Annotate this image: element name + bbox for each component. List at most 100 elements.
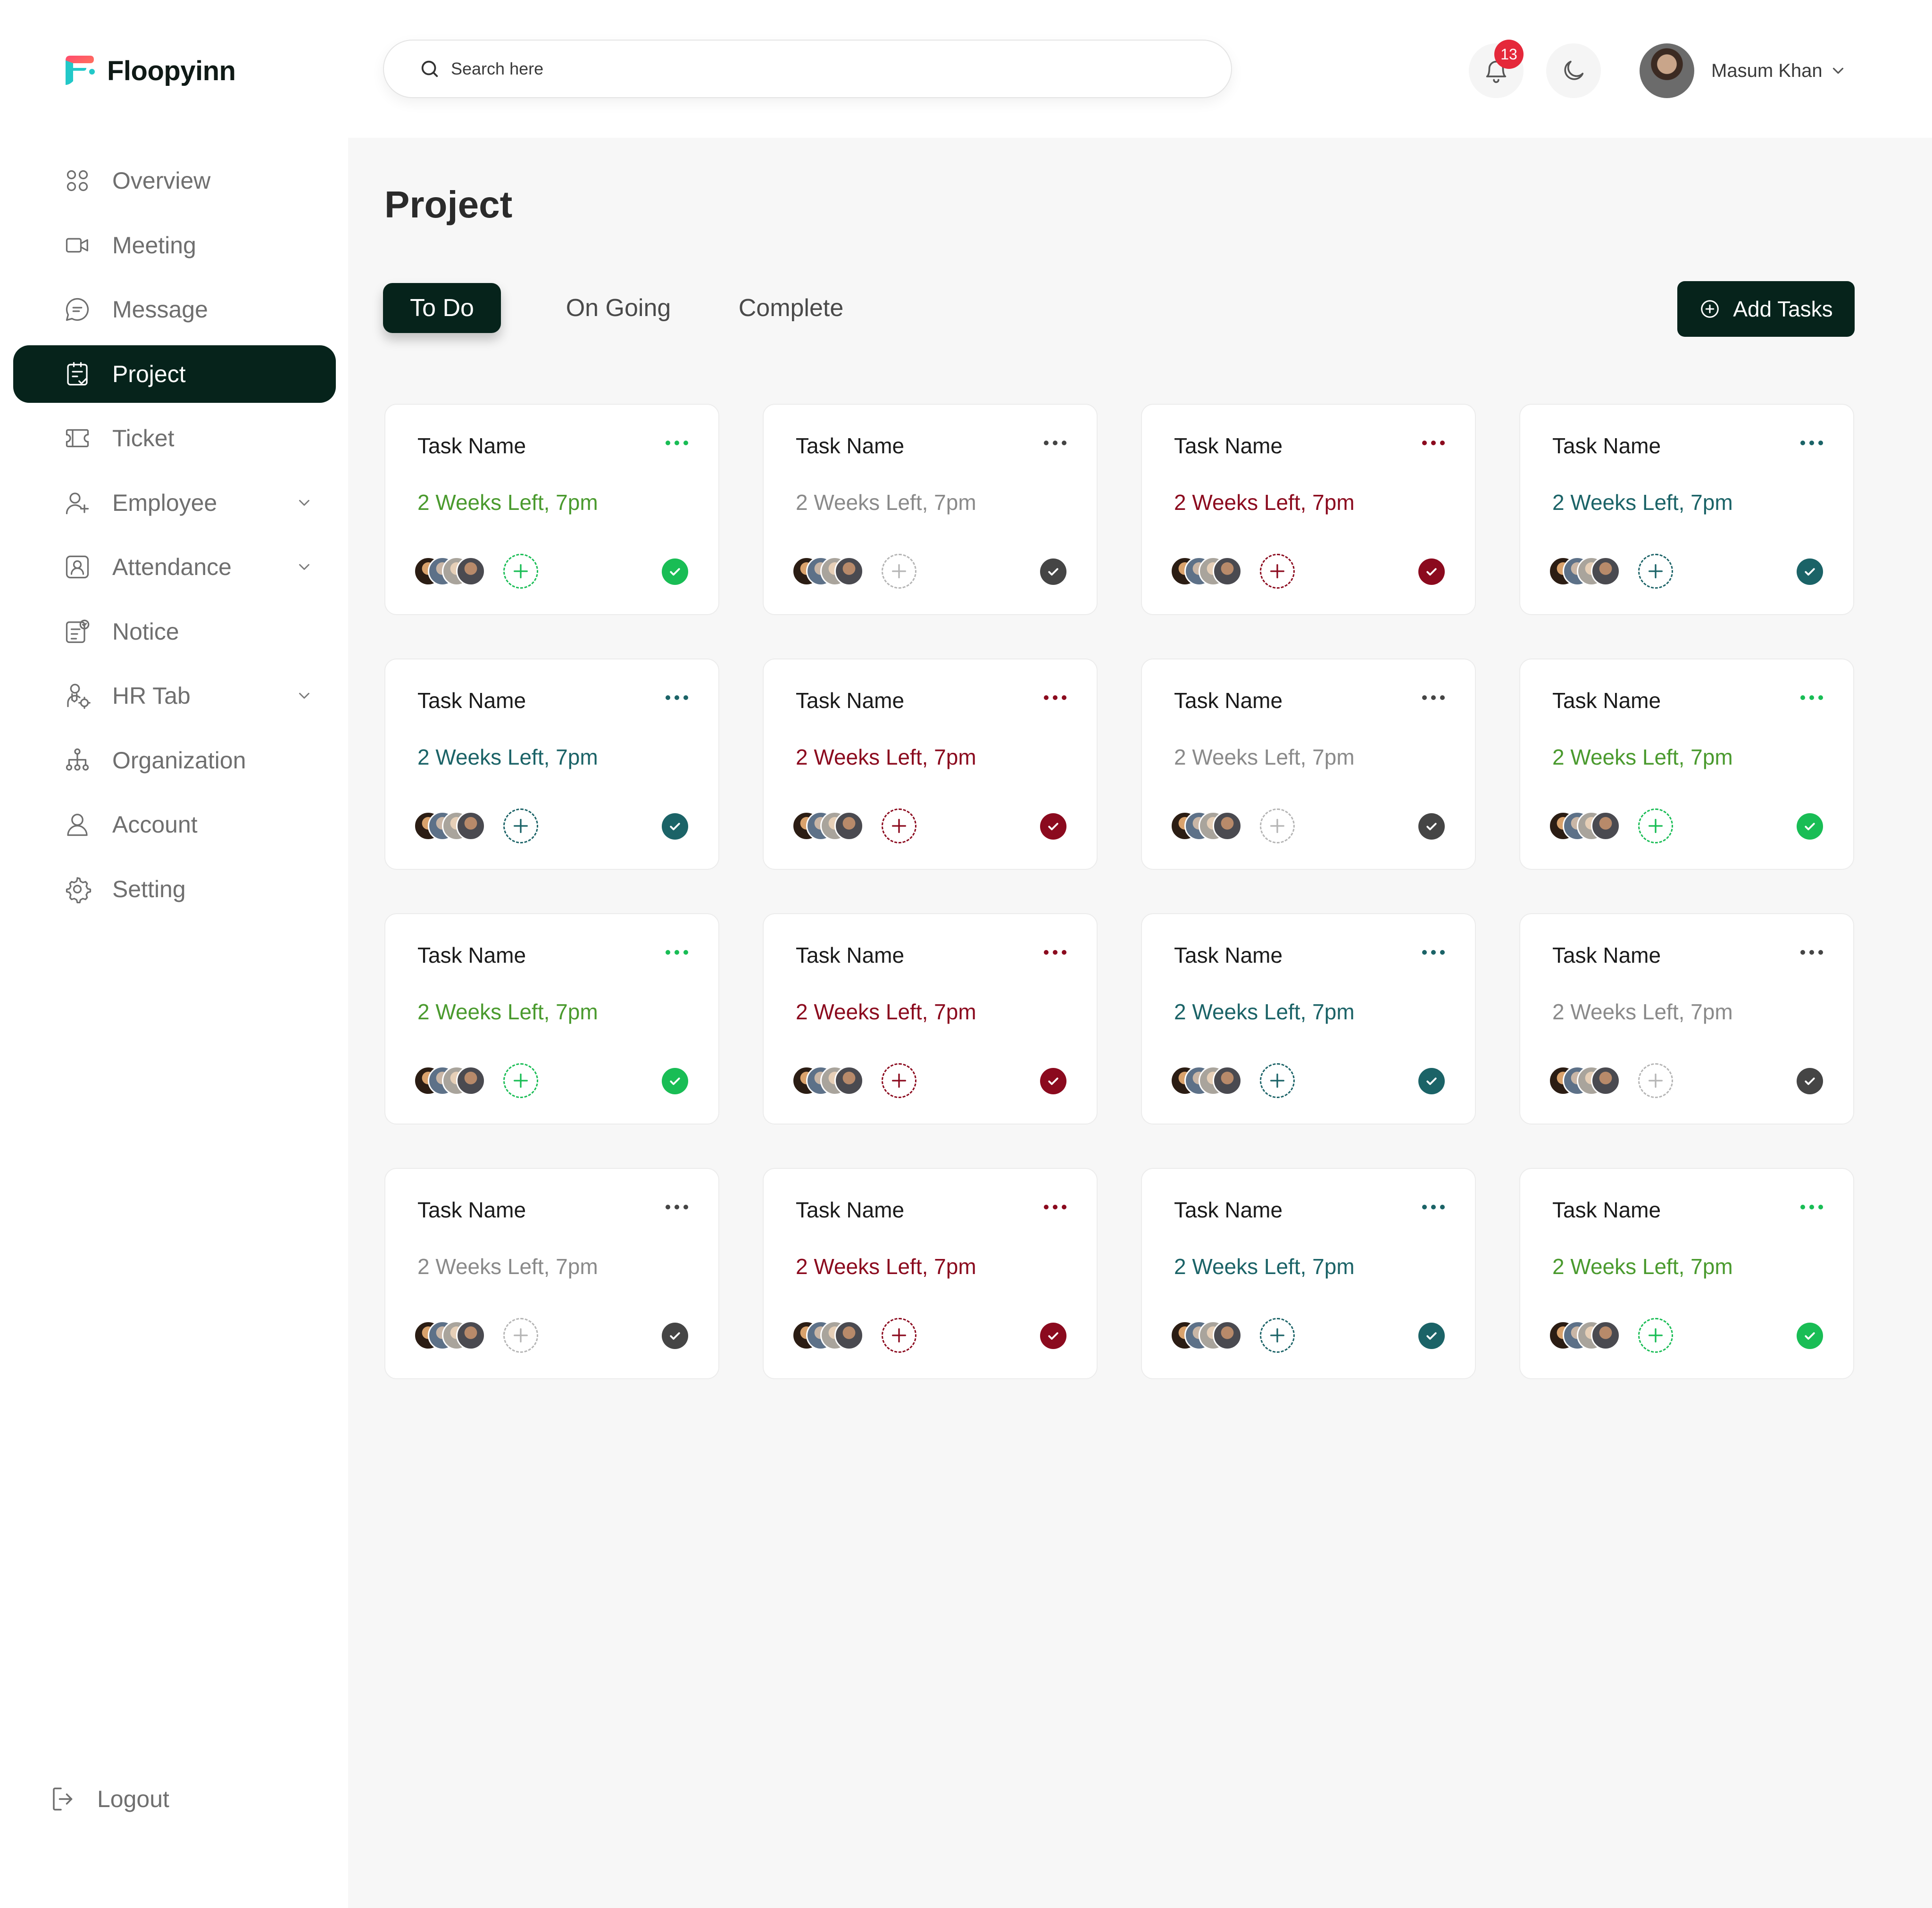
add-tasks-button[interactable]: Add Tasks	[1677, 281, 1855, 337]
status-check-icon[interactable]	[1040, 1068, 1066, 1094]
more-options-icon[interactable]	[1044, 950, 1066, 956]
add-member-button[interactable]	[1638, 808, 1673, 843]
sidebar-item-notice[interactable]: Notice	[13, 603, 336, 660]
task-card[interactable]: Task Name 2 Weeks Left, 7pm	[384, 404, 719, 615]
status-check-icon[interactable]	[1797, 813, 1823, 840]
task-card[interactable]: Task Name 2 Weeks Left, 7pm	[1141, 404, 1476, 615]
more-options-icon[interactable]	[1800, 441, 1823, 446]
status-check-icon[interactable]	[1040, 1323, 1066, 1349]
add-member-button[interactable]	[882, 1318, 916, 1353]
avatar	[456, 1321, 485, 1350]
task-card[interactable]: Task Name 2 Weeks Left, 7pm	[1141, 1168, 1476, 1379]
add-member-button[interactable]	[1638, 554, 1673, 589]
task-due: 2 Weeks Left, 7pm	[796, 1254, 976, 1279]
add-member-button[interactable]	[1260, 1063, 1295, 1098]
add-member-button[interactable]	[882, 808, 916, 843]
status-check-icon[interactable]	[1797, 1323, 1823, 1349]
task-card[interactable]: Task Name 2 Weeks Left, 7pm	[763, 1168, 1098, 1379]
status-check-icon[interactable]	[1040, 813, 1066, 840]
more-options-icon[interactable]	[1800, 1205, 1823, 1210]
task-card[interactable]: Task Name 2 Weeks Left, 7pm	[763, 404, 1098, 615]
more-options-icon[interactable]	[1422, 950, 1445, 956]
sidebar-item-employee[interactable]: Employee	[13, 474, 336, 532]
status-check-icon[interactable]	[662, 813, 688, 840]
add-member-button[interactable]	[503, 808, 538, 843]
task-card[interactable]: Task Name 2 Weeks Left, 7pm	[384, 1168, 719, 1379]
task-card[interactable]: Task Name 2 Weeks Left, 7pm	[1519, 913, 1854, 1125]
assignee-avatars	[1170, 1066, 1255, 1095]
add-member-button[interactable]	[503, 554, 538, 589]
status-check-icon[interactable]	[1797, 1068, 1823, 1094]
sidebar-item-overview[interactable]: Overview	[13, 152, 336, 209]
task-name: Task Name	[417, 943, 526, 967]
more-options-icon[interactable]	[1422, 441, 1445, 446]
gear-icon	[63, 875, 92, 903]
plus-icon	[892, 564, 906, 578]
add-member-button[interactable]	[1260, 1318, 1295, 1353]
add-member-button[interactable]	[503, 1318, 538, 1353]
add-member-button[interactable]	[1260, 808, 1295, 843]
more-options-icon[interactable]	[1800, 950, 1823, 956]
sidebar-item-attendance[interactable]: Attendance	[13, 538, 336, 596]
sidebar-item-meeting[interactable]: Meeting	[13, 217, 336, 274]
more-options-icon[interactable]	[666, 950, 688, 956]
sidebar-item-account[interactable]: Account	[13, 796, 336, 853]
task-card[interactable]: Task Name 2 Weeks Left, 7pm	[1141, 658, 1476, 870]
search-bar[interactable]	[383, 40, 1232, 98]
status-check-icon[interactable]	[662, 1323, 688, 1349]
chevron-down-icon[interactable]	[295, 558, 313, 576]
plus-icon	[1270, 564, 1284, 578]
task-card[interactable]: Task Name 2 Weeks Left, 7pm	[384, 658, 719, 870]
sidebar-item-organization[interactable]: Organization	[13, 732, 336, 789]
more-options-icon[interactable]	[666, 695, 688, 701]
more-options-icon[interactable]	[1800, 695, 1823, 701]
add-member-button[interactable]	[882, 1063, 916, 1098]
theme-toggle-button[interactable]	[1546, 43, 1601, 98]
sidebar-item-ticket[interactable]: Ticket	[13, 409, 336, 467]
plus-icon	[514, 1328, 528, 1342]
task-card[interactable]: Task Name 2 Weeks Left, 7pm	[763, 913, 1098, 1125]
task-card[interactable]: Task Name 2 Weeks Left, 7pm	[1141, 913, 1476, 1125]
user-menu[interactable]: Masum Khan	[1640, 43, 1847, 98]
more-options-icon[interactable]	[1044, 1205, 1066, 1210]
sidebar-item-setting[interactable]: Setting	[13, 860, 336, 918]
status-check-icon[interactable]	[662, 558, 688, 585]
status-check-icon[interactable]	[1418, 1323, 1445, 1349]
avatar	[1591, 557, 1620, 586]
sidebar-item-message[interactable]: Message	[13, 281, 336, 338]
task-card[interactable]: Task Name 2 Weeks Left, 7pm	[1519, 658, 1854, 870]
status-check-icon[interactable]	[1418, 558, 1445, 585]
logo[interactable]: Floopyinn	[63, 52, 236, 90]
task-card[interactable]: Task Name 2 Weeks Left, 7pm	[1519, 1168, 1854, 1379]
chevron-down-icon[interactable]	[295, 494, 313, 512]
more-options-icon[interactable]	[666, 1205, 688, 1210]
sidebar-item-project[interactable]: Project	[13, 345, 336, 403]
status-check-icon[interactable]	[662, 1068, 688, 1094]
add-member-button[interactable]	[503, 1063, 538, 1098]
task-card[interactable]: Task Name 2 Weeks Left, 7pm	[763, 658, 1098, 870]
tab-complete[interactable]: Complete	[723, 283, 859, 333]
more-options-icon[interactable]	[1422, 695, 1445, 701]
more-options-icon[interactable]	[1044, 441, 1066, 446]
search-input[interactable]	[451, 59, 1158, 79]
tab-on-going[interactable]: On Going	[557, 283, 680, 333]
more-options-icon[interactable]	[1422, 1205, 1445, 1210]
status-check-icon[interactable]	[1418, 1068, 1445, 1094]
more-options-icon[interactable]	[666, 441, 688, 446]
status-check-icon[interactable]	[1040, 558, 1066, 585]
status-check-icon[interactable]	[1797, 558, 1823, 585]
more-options-icon[interactable]	[1044, 695, 1066, 701]
add-member-button[interactable]	[882, 554, 916, 589]
task-card[interactable]: Task Name 2 Weeks Left, 7pm	[384, 913, 719, 1125]
add-member-button[interactable]	[1638, 1063, 1673, 1098]
sidebar-item-hr-tab[interactable]: HR Tab	[13, 667, 336, 725]
add-member-button[interactable]	[1638, 1318, 1673, 1353]
status-check-icon[interactable]	[1418, 813, 1445, 840]
task-due: 2 Weeks Left, 7pm	[1174, 490, 1355, 515]
chevron-down-icon[interactable]	[295, 687, 313, 705]
task-card[interactable]: Task Name 2 Weeks Left, 7pm	[1519, 404, 1854, 615]
tab-to-do[interactable]: To Do	[383, 283, 501, 333]
task-due: 2 Weeks Left, 7pm	[1174, 1000, 1355, 1024]
add-member-button[interactable]	[1260, 554, 1295, 589]
logout-button[interactable]: Logout	[49, 1771, 238, 1827]
